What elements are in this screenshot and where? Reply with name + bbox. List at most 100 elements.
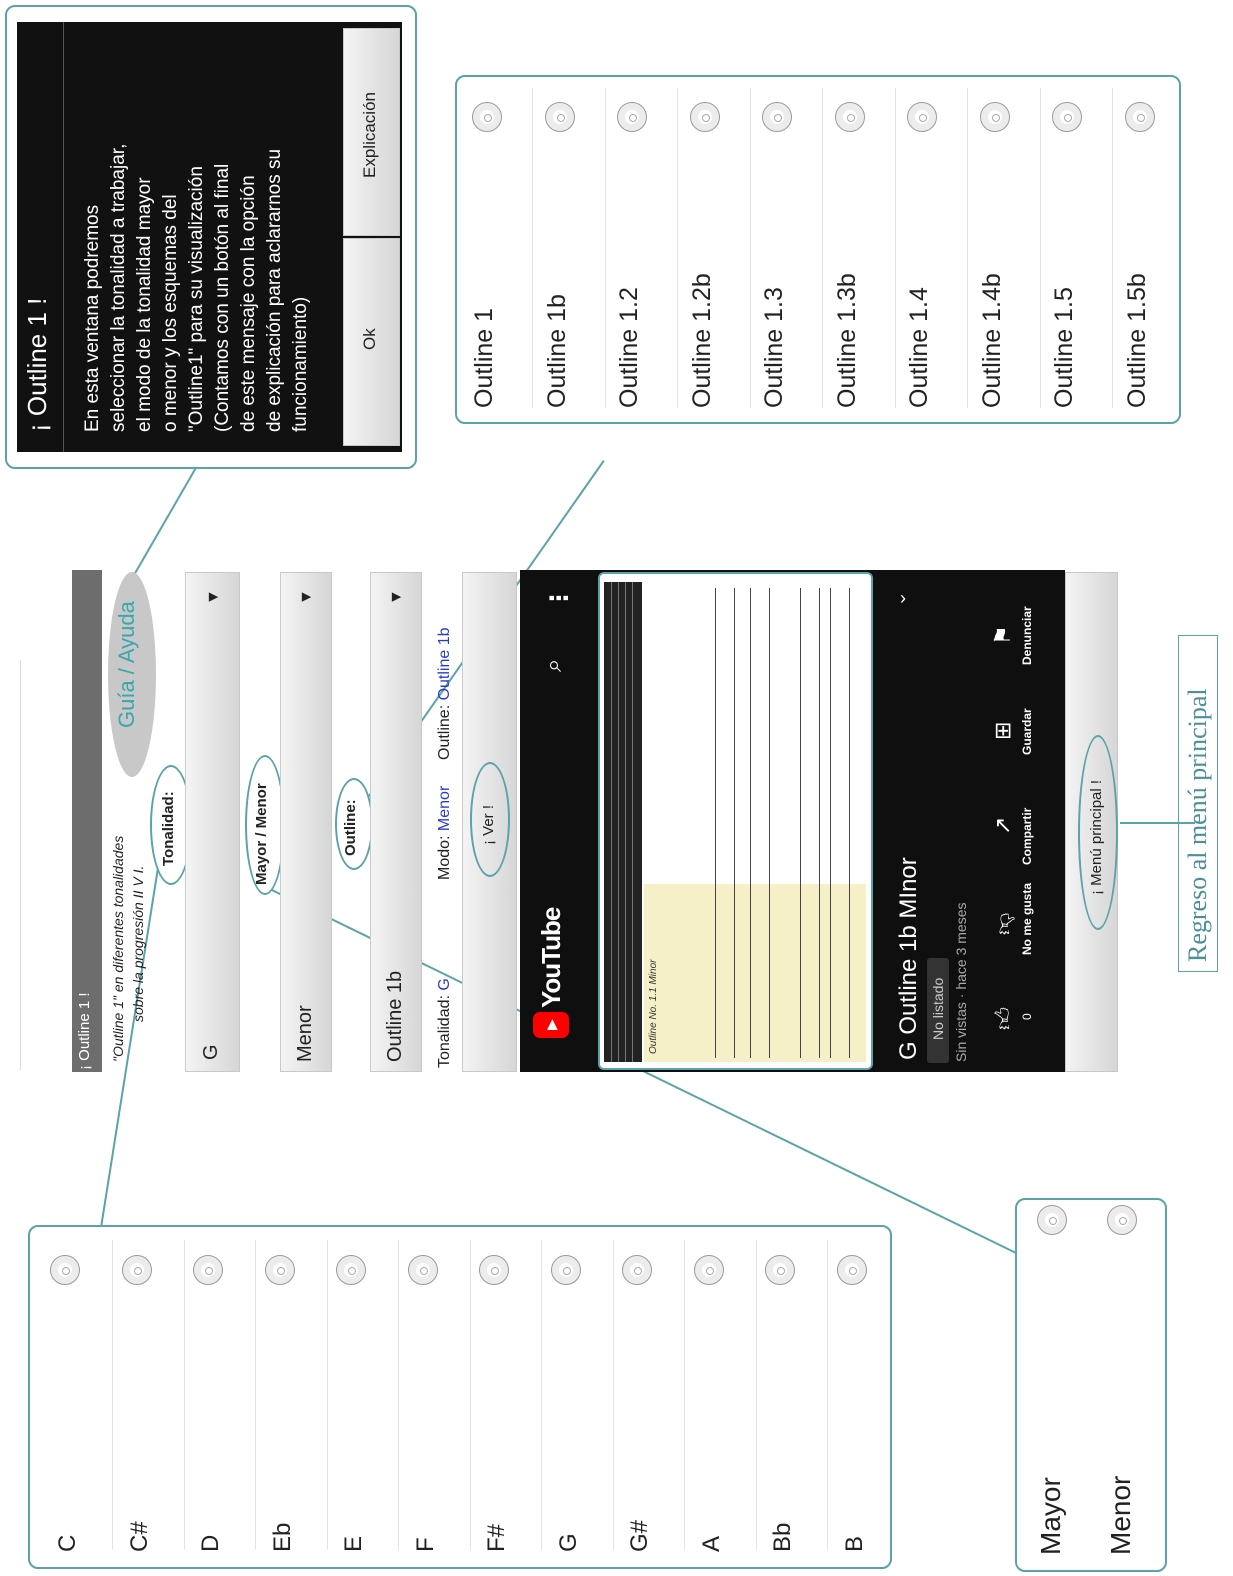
video-title: G Outline 1b MInor	[895, 857, 922, 1060]
outline-radio[interactable]	[762, 102, 792, 132]
outline-row-divider	[822, 88, 823, 408]
save-icon[interactable]: ⊞	[990, 722, 1016, 740]
dialog-text-line: de este mensaje con la opción	[238, 175, 259, 432]
dialog-text-line: o menor y los esquemas del	[160, 194, 181, 432]
outline-option-label: Outline 1.3b	[832, 273, 861, 408]
footer-caption: Regreso al menú principal	[1183, 688, 1212, 962]
share-icon[interactable]: ↗	[990, 817, 1016, 835]
key-select-value: G	[200, 1044, 222, 1060]
title-bar-text: ¡ Outline 1 !	[76, 992, 93, 1070]
outline-row-divider	[677, 88, 678, 408]
explain-button-label: Explicación	[360, 92, 379, 178]
like-count: 0	[1020, 1013, 1034, 1020]
tone-row-divider	[469, 1240, 471, 1550]
chevron-down-icon: ▼	[205, 589, 222, 605]
callout-mayor-menor-text: Mayor / Menor	[253, 783, 270, 885]
tone-row-divider	[398, 1240, 399, 1550]
outline-radio[interactable]	[979, 102, 1010, 132]
tone-row-divider	[684, 1240, 685, 1550]
chevron-down-icon[interactable]: ›	[900, 588, 906, 609]
tone-radio[interactable]	[121, 1255, 152, 1285]
tone-radio[interactable]	[407, 1255, 438, 1285]
outline-row-divider	[1112, 88, 1113, 408]
tone-radio[interactable]	[765, 1255, 795, 1285]
staff-4	[830, 588, 850, 1058]
tone-option-label: F	[411, 1537, 439, 1552]
search-icon[interactable]: ⌕	[540, 659, 568, 672]
status-outline-label: Outline:	[436, 704, 453, 760]
status-modo-label: Modo:	[436, 835, 453, 880]
tone-radio[interactable]	[336, 1255, 366, 1285]
tone-radio[interactable]	[264, 1255, 295, 1285]
subtitle-line-2: sobre la progresión II V I.	[130, 865, 146, 1022]
dialog-text-line: el modo de la tonalidad mayor	[134, 177, 155, 432]
outline-radio[interactable]	[472, 102, 502, 132]
dialog-title: ¡ Outline 1 !	[22, 297, 52, 432]
tone-option-label: B	[840, 1535, 868, 1552]
flag-label: Denunciar	[1020, 606, 1034, 665]
tone-radio[interactable]	[50, 1255, 80, 1285]
outline-option-label: Outline 1b	[542, 294, 571, 408]
outline-option-label: Outline 1.4	[905, 287, 933, 408]
top-separator	[20, 660, 21, 1070]
outline-option-label: Outline 1.2	[615, 287, 643, 408]
key-select[interactable]	[185, 572, 240, 1072]
thumb-up-icon[interactable]: 👍︎	[990, 1007, 1017, 1030]
outline-option-label: Outline 1.5b	[1122, 273, 1151, 408]
outline-radio[interactable]	[1052, 102, 1082, 132]
tone-option-label: A	[697, 1535, 725, 1552]
dialog-text-line: de explicación para aclararnos su	[264, 148, 285, 432]
flag-icon[interactable]: ⚑	[990, 625, 1016, 645]
callout-outline-text: Outline:	[342, 799, 359, 856]
youtube-play-icon: ▶	[543, 1019, 559, 1030]
status-tonalidad-label: Tonalidad:	[436, 995, 453, 1068]
subtitle-line-1: "Outline 1" en diferentes tonalidades	[110, 835, 126, 1062]
mode-radio[interactable]	[1037, 1205, 1067, 1235]
video-meta: Sin vistas · hace 3 meses	[953, 902, 969, 1062]
status-outline-value: Outline 1b	[436, 627, 453, 701]
tone-row-divider	[255, 1240, 256, 1550]
outline-radio[interactable]	[544, 102, 575, 132]
tone-row-divider	[827, 1240, 828, 1550]
video-thumbnail[interactable]: Outline No. 1.1 Minor	[598, 572, 873, 1070]
chevron-down-icon: ▼	[298, 589, 315, 605]
dialog-text-line: seleccionar la tonalidad a trabajar,	[108, 143, 129, 432]
tone-radio[interactable]	[693, 1255, 724, 1285]
outline-row-divider	[604, 88, 606, 408]
youtube-brand: YouTube	[536, 907, 566, 1008]
dislike-label: No me gusta	[1020, 882, 1034, 955]
tone-option-label: Eb	[268, 1522, 296, 1552]
outline-radio[interactable]	[689, 102, 720, 132]
mode-select[interactable]	[280, 572, 332, 1072]
outline-option-label: Outline 1.4b	[977, 273, 1006, 408]
tone-list-panel	[28, 1225, 892, 1569]
outline-row-divider	[749, 88, 751, 408]
ok-button-label: Ok	[360, 328, 379, 350]
thumb-down-icon[interactable]: 👎︎	[990, 913, 1017, 935]
outline-radio[interactable]	[1124, 102, 1155, 132]
mode-radio[interactable]	[1107, 1205, 1137, 1235]
tone-option-label: E	[340, 1535, 367, 1552]
mode-option-label: Mayor	[1035, 1477, 1066, 1555]
outline-radio[interactable]	[617, 102, 647, 132]
main-menu-label: ¡ Menú principal !	[1088, 779, 1105, 895]
outline-radio[interactable]	[834, 102, 865, 132]
fretboard	[604, 582, 642, 1062]
status-tonalidad-value: G	[436, 978, 453, 991]
tone-radio[interactable]	[550, 1255, 581, 1285]
status-outline: Outline: Outline 1b	[436, 627, 454, 760]
share-label: Compartir	[1020, 807, 1034, 865]
tone-row-divider	[112, 1240, 113, 1550]
staff-1	[715, 588, 735, 1058]
tone-radio[interactable]	[622, 1255, 652, 1285]
tone-radio[interactable]	[479, 1255, 509, 1285]
tone-radio[interactable]	[193, 1255, 223, 1285]
more-options-icon[interactable]: ⋮	[545, 586, 574, 610]
dialog-text-line: (Contamos con un botón al final	[212, 163, 233, 432]
tone-row-divider	[541, 1240, 542, 1550]
outline-option-label: Outline 1.5	[1050, 287, 1078, 408]
outline-radio[interactable]	[907, 102, 937, 132]
staff-2	[750, 588, 770, 1058]
tone-radio[interactable]	[836, 1255, 867, 1285]
status-line: Tonalidad: G	[436, 978, 454, 1068]
